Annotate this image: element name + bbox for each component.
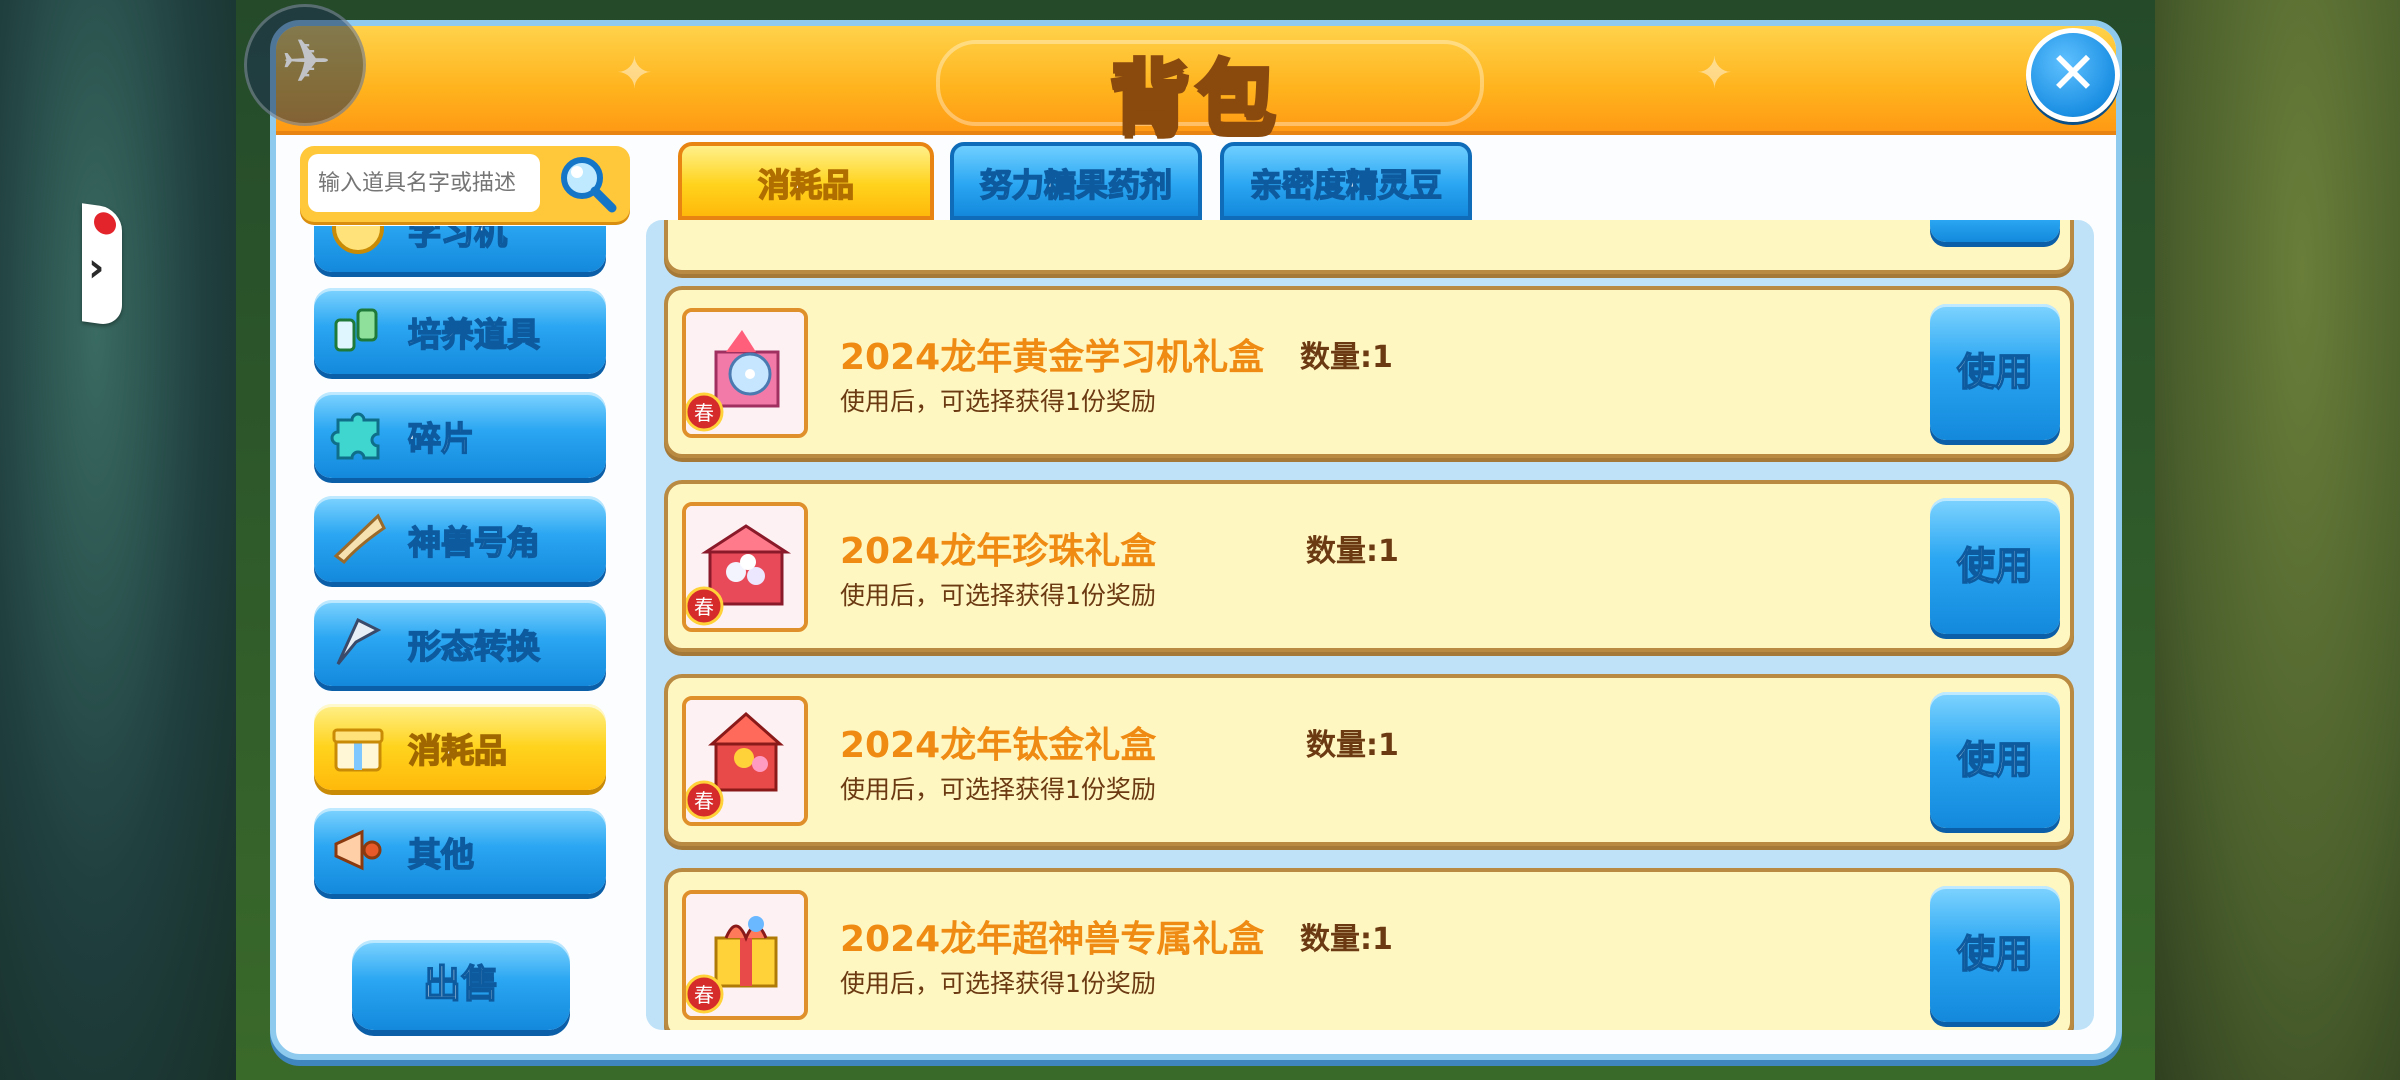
item-list: 春 2024龙年黄金学习机礼盒 数量:1 使用后，可选择获得1份奖励 使用 春 … — [646, 220, 2094, 1030]
item-name: 2024龙年黄金学习机礼盒 — [840, 337, 1265, 378]
rocket-icon[interactable]: ✈ — [244, 4, 366, 126]
sidebar-item-learning-machine[interactable]: 学习机 — [314, 226, 606, 272]
item-name: 2024龙年钛金礼盒 — [840, 725, 1157, 766]
item-quantity: 数量:1 — [1300, 340, 1393, 375]
category-sidebar: 学习机 培养道具 碎片 神兽号角 形态转换 消耗品 其他 — [300, 226, 620, 906]
sidebar-item-label: 其他 — [407, 834, 475, 875]
puzzle-fragment-icon — [330, 412, 380, 460]
list-item-partial — [664, 220, 2074, 274]
side-drawer-toggle[interactable]: › — [82, 203, 122, 327]
use-button[interactable]: 使用 — [1930, 304, 2060, 440]
sidebar-item-horn[interactable]: 神兽号角 — [314, 496, 606, 582]
tab-consumables[interactable]: 消耗品 — [678, 142, 934, 220]
tab-effort-candy-potion[interactable]: 努力糖果药剂 — [950, 142, 1202, 220]
gift-box-icon — [332, 728, 384, 772]
list-item: 春 2024龙年钛金礼盒 数量:1 使用后，可选择获得1份奖励 使用 — [664, 674, 2074, 846]
close-button[interactable]: ✕ — [2026, 28, 2120, 122]
sidebar-item-label: 消耗品 — [407, 730, 508, 771]
megaphone-icon — [334, 829, 382, 871]
title-bar: ✦ ✦ 背包 — [276, 26, 2116, 147]
use-button[interactable]: 使用 — [1930, 886, 2060, 1022]
item-name: 2024龙年超神兽专属礼盒 — [840, 919, 1265, 960]
item-description: 使用后，可选择获得1份奖励 — [840, 581, 1156, 610]
page-title: 背包 — [1108, 50, 1282, 147]
use-button[interactable]: 使用 — [1930, 692, 2060, 828]
sidebar-item-label: 碎片 — [407, 418, 475, 459]
sidebar-item-consumables[interactable]: 消耗品 — [314, 704, 606, 790]
item-description: 使用后，可选择获得1份奖励 — [840, 387, 1156, 416]
sidebar-item-transform[interactable]: 形态转换 — [314, 600, 606, 686]
item-description: 使用后，可选择获得1份奖励 — [840, 775, 1156, 804]
titanium-gift-icon: 春 — [682, 696, 808, 826]
spring-badge: 春 — [694, 983, 714, 1007]
use-button-partial[interactable] — [1930, 220, 2060, 242]
super-beast-gift-icon: 春 — [682, 890, 808, 1020]
spring-badge: 春 — [694, 789, 714, 813]
learning-machine-icon — [332, 226, 384, 254]
item-quantity: 数量:1 — [1300, 922, 1393, 957]
pearl-gift-icon: 春 — [682, 502, 808, 632]
close-icon: ✕ — [2048, 39, 2098, 107]
magnifier-icon[interactable] — [556, 152, 618, 214]
sidebar-item-fragments[interactable]: 碎片 — [314, 392, 606, 478]
sidebar-item-label: 学习机 — [407, 226, 508, 253]
list-item: 春 2024龙年黄金学习机礼盒 数量:1 使用后，可选择获得1份奖励 使用 — [664, 286, 2074, 458]
chevron-right-icon: › — [88, 245, 105, 292]
sidebar-item-label: 神兽号角 — [407, 522, 541, 563]
transform-icon — [336, 617, 382, 665]
item-name: 2024龙年珍珠礼盒 — [840, 531, 1157, 572]
sidebar-item-label: 培养道具 — [407, 314, 541, 355]
sidebar-item-other[interactable]: 其他 — [314, 808, 606, 894]
search-input[interactable] — [308, 154, 540, 212]
item-description: 使用后，可选择获得1份奖励 — [840, 969, 1156, 998]
sidebar-item-label: 形态转换 — [407, 626, 541, 667]
item-quantity: 数量:1 — [1306, 728, 1399, 763]
tab-intimacy-beans[interactable]: 亲密度精灵豆 — [1220, 142, 1472, 220]
sidebar-item-training-items[interactable]: 培养道具 — [314, 288, 606, 374]
game-background-right — [2155, 0, 2400, 1080]
search-bar — [300, 146, 630, 222]
use-button[interactable]: 使用 — [1930, 498, 2060, 634]
item-quantity: 数量:1 — [1306, 534, 1399, 569]
spring-badge: 春 — [694, 401, 714, 425]
gold-learning-gift-icon: 春 — [682, 308, 808, 438]
training-items-icon — [334, 308, 378, 352]
notification-dot — [94, 210, 116, 236]
list-item: 春 2024龙年珍珠礼盒 数量:1 使用后，可选择获得1份奖励 使用 — [664, 480, 2074, 652]
spring-badge: 春 — [694, 595, 714, 619]
horn-icon — [333, 513, 386, 565]
sell-button[interactable]: 出售 — [352, 940, 570, 1030]
game-background-left — [0, 0, 240, 1080]
list-item: 春 2024龙年超神兽专属礼盒 数量:1 使用后，可选择获得1份奖励 使用 — [664, 868, 2074, 1030]
